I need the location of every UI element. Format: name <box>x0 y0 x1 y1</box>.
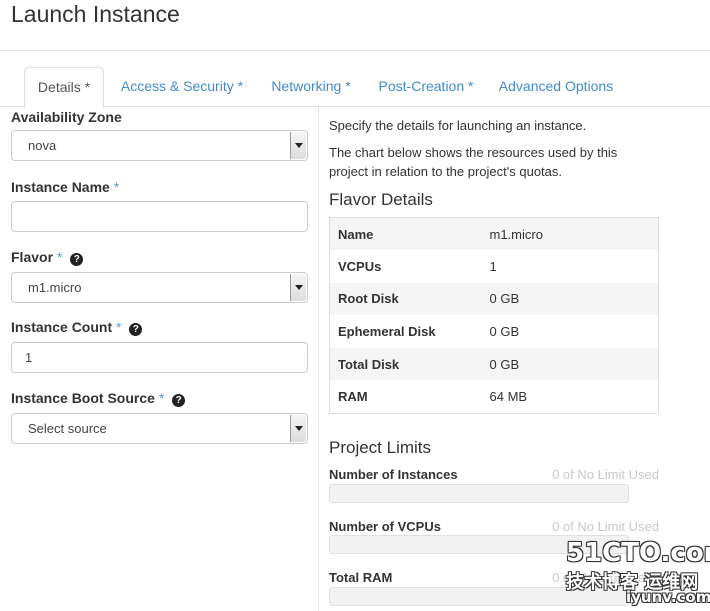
watermark-logo: 51CTO.com 技术博客 运维网 iyunv.com <box>566 538 710 608</box>
chevron-down-icon[interactable] <box>290 274 306 301</box>
flavor-key: Name <box>329 217 482 251</box>
boot-source-label: Instance Boot Source * ? <box>11 389 186 407</box>
wizard-tabs: Details * Access & Security * Networking… <box>0 67 710 108</box>
required-marker: * <box>116 319 122 335</box>
limit-label: Total RAM <box>329 570 393 585</box>
tab-label: Access & Security <box>120 78 234 94</box>
label-text: Instance Boot Source <box>11 390 155 406</box>
flavor-value: m1.micro <box>481 217 659 251</box>
tab-label: Post-Creation <box>378 78 465 94</box>
flavor-value: 0 GB <box>481 347 659 381</box>
required-marker: * <box>84 79 91 95</box>
column-divider <box>318 107 319 611</box>
description-text: Specify the details for launching an ins… <box>329 118 587 133</box>
availability-zone-select[interactable]: nova <box>11 130 308 161</box>
chart-description: The chart below shows the resources used… <box>329 145 618 179</box>
limit-used-text: 0 of No Limit Used <box>552 519 659 534</box>
instance-count-label: Instance Count * ? <box>11 318 143 336</box>
required-marker: * <box>237 78 244 94</box>
chevron-down-icon[interactable] <box>290 132 306 159</box>
tab-access-security[interactable]: Access & Security * <box>112 67 252 107</box>
boot-source-select[interactable]: Select source <box>11 413 308 444</box>
label-text: Instance Name <box>11 179 110 195</box>
flavor-value: 0 GB <box>481 282 659 316</box>
flavor-key: Total Disk <box>329 347 482 381</box>
tab-label: Details <box>37 79 81 95</box>
flavor-details-title: Flavor Details <box>329 190 433 209</box>
flavor-key: RAM <box>338 389 368 405</box>
instance-count-input[interactable]: 1 <box>11 342 308 373</box>
required-marker: * <box>158 390 165 406</box>
flavor-key: Ephemeral Disk <box>338 324 436 340</box>
table-row: VCPUs 1 <box>330 250 659 283</box>
help-icon[interactable]: ? <box>70 253 84 266</box>
flavor-value: 0 GB <box>489 324 520 340</box>
page-title: Launch Instance <box>11 1 180 27</box>
table-row: RAM 64 MB <box>330 380 659 413</box>
selected-value: Select source <box>28 421 107 436</box>
availability-zone-label: Availability Zone <box>11 108 122 126</box>
help-icon[interactable]: ? <box>129 323 143 336</box>
watermark-line: 51CTO.com <box>566 538 710 568</box>
limit-progress-bar <box>329 484 629 503</box>
tab-post-creation[interactable]: Post-Creation * <box>372 67 480 107</box>
tab-details[interactable]: Details * <box>24 67 104 108</box>
limit-label: Number of VCPUs <box>329 519 441 534</box>
tab-label: Advanced Options <box>498 78 614 94</box>
label-text: Flavor <box>11 249 54 265</box>
required-marker: * <box>113 179 120 195</box>
input-value: 1 <box>25 350 33 365</box>
project-limits-title: Project Limits <box>329 438 432 457</box>
flavor-value: 64 MB <box>489 389 528 405</box>
flavor-value: 1 <box>489 258 497 274</box>
required-marker: * <box>468 78 474 94</box>
table-row: Name m1.micro <box>329 217 659 251</box>
tab-advanced-options[interactable]: Advanced Options <box>494 67 618 107</box>
limit-used-text: 0 of No Limit Used <box>552 467 659 482</box>
table-row: Root Disk 0 GB <box>329 282 659 316</box>
instance-name-input[interactable] <box>11 201 308 232</box>
label-text: Instance Count <box>11 319 113 335</box>
required-marker: * <box>56 249 63 265</box>
flavor-select[interactable]: m1.micro <box>11 272 308 303</box>
chevron-down-icon[interactable] <box>290 415 306 442</box>
flavor-key: VCPUs <box>338 258 382 274</box>
label-text: Availability Zone <box>11 109 122 125</box>
table-row: Ephemeral Disk 0 GB <box>330 315 659 348</box>
required-marker: * <box>345 78 351 94</box>
table-row: Total Disk 0 GB <box>329 347 659 381</box>
flavor-key: Root Disk <box>329 282 482 316</box>
help-icon[interactable]: ? <box>172 394 186 407</box>
tab-networking[interactable]: Networking * <box>265 67 357 107</box>
limit-label: Number of Instances <box>329 467 458 482</box>
selected-value: m1.micro <box>28 280 82 295</box>
flavor-details-table: Name m1.micro VCPUs 1 Root Disk 0 GB Ephemeral… <box>329 217 659 414</box>
selected-value: nova <box>28 138 57 153</box>
flavor-label: Flavor * ? <box>11 248 84 266</box>
watermark-line: iyunv.com <box>626 588 710 606</box>
instance-name-label: Instance Name * <box>11 178 119 196</box>
tab-label: Networking <box>271 78 342 94</box>
header-divider <box>0 50 710 51</box>
